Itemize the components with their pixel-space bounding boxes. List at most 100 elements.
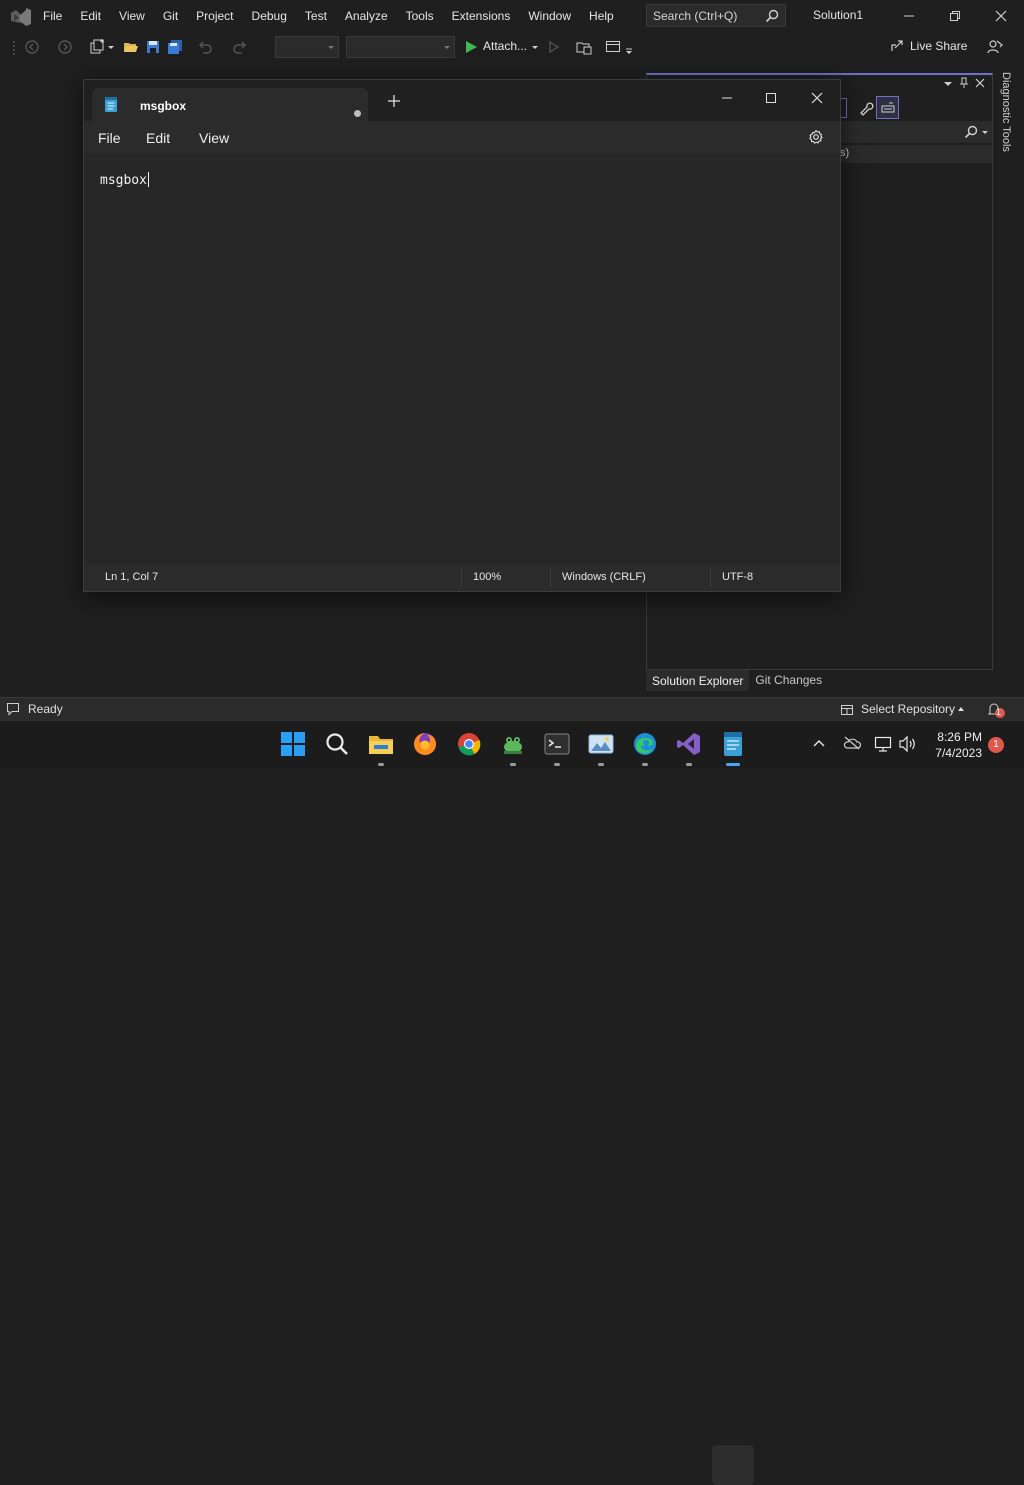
open-in-folder-icon[interactable] (576, 39, 592, 55)
undo-icon[interactable] (197, 39, 213, 55)
properties-toggle-button[interactable] (876, 96, 899, 119)
new-project-icon[interactable] (89, 39, 105, 55)
tab-solution-explorer[interactable]: Solution Explorer (646, 669, 750, 691)
wrench-icon[interactable] (858, 100, 874, 116)
notepad-minimize-button[interactable] (712, 85, 742, 111)
unsaved-indicator-icon[interactable] (354, 110, 361, 117)
notepad-tab-strip: msgbox (84, 80, 840, 121)
panel-dropdown-icon[interactable] (943, 80, 953, 88)
visual-studio-icon[interactable] (676, 731, 702, 757)
select-repository-button[interactable]: Select Repository (861, 702, 955, 716)
toolbar-options-chevron-icon[interactable] (624, 39, 634, 55)
status-ready-text: Ready (28, 702, 63, 716)
notepad-text-area[interactable]: msgbox (84, 153, 840, 564)
vs-menu-file[interactable]: File (34, 9, 71, 23)
photos-icon[interactable] (588, 731, 614, 757)
volume-icon[interactable] (899, 736, 917, 752)
status-separator (461, 568, 462, 587)
configuration-combo[interactable] (275, 36, 339, 58)
vs-search-box[interactable]: Search (Ctrl+Q) (646, 4, 786, 27)
notepad-text: msgbox (100, 173, 147, 188)
start-without-debugging-icon[interactable] (546, 39, 562, 55)
notepad-menu-view[interactable]: View (199, 130, 229, 146)
chevron-down-icon[interactable] (981, 130, 989, 136)
vs-menu-view[interactable]: View (110, 9, 154, 23)
notepad-taskbar-highlight (712, 1445, 754, 1485)
encoding: UTF-8 (722, 571, 754, 583)
notepad-close-button[interactable] (802, 85, 832, 111)
close-icon[interactable] (975, 78, 985, 88)
save-icon[interactable] (145, 39, 161, 55)
pin-icon[interactable] (959, 77, 969, 89)
chevron-up-icon[interactable] (957, 706, 965, 712)
save-all-icon[interactable] (167, 39, 183, 55)
notepad-icon[interactable] (720, 731, 746, 757)
repository-icon[interactable] (840, 702, 854, 716)
vs-menu-debug[interactable]: Debug (243, 9, 296, 23)
windows-start-icon[interactable] (280, 731, 306, 757)
tab-git-changes[interactable]: Git Changes (749, 669, 828, 691)
layout-icon[interactable] (605, 39, 621, 55)
vs-menu-tools[interactable]: Tools (397, 9, 443, 23)
chrome-icon[interactable] (456, 731, 482, 757)
vs-titlebar: File Edit View Git Project Debug Test An… (0, 0, 1024, 32)
vs-menu-git[interactable]: Git (154, 9, 187, 23)
vs-menu-window[interactable]: Window (519, 9, 580, 23)
network-icon[interactable] (874, 736, 892, 752)
vs-menu-test[interactable]: Test (296, 9, 336, 23)
notepad-menu-edit[interactable]: Edit (146, 130, 170, 146)
start-debugging-icon[interactable] (463, 39, 479, 55)
vs-search-placeholder: Search (Ctrl+Q) (653, 9, 738, 23)
notepad-maximize-button[interactable] (756, 85, 786, 111)
vs-close-button[interactable] (986, 4, 1016, 28)
photos-running-indicator (598, 763, 604, 766)
feedback-icon[interactable] (987, 39, 1003, 55)
new-tab-button[interactable] (388, 95, 400, 107)
notepad-tab[interactable]: msgbox (92, 88, 368, 121)
redo-icon[interactable] (232, 39, 248, 55)
attach-button-label[interactable]: Attach... (483, 39, 527, 53)
attach-dropdown-chevron-icon[interactable] (531, 39, 539, 55)
open-folder-icon[interactable] (123, 39, 139, 55)
notepad-tab-title: msgbox (140, 99, 187, 113)
clock-date: 7/4/2023 (935, 746, 982, 760)
zoom-level: 100% (473, 571, 502, 583)
onedrive-icon[interactable] (843, 736, 861, 750)
file-explorer-icon[interactable] (368, 731, 394, 757)
frog-app-icon[interactable] (500, 731, 526, 757)
cursor-position: Ln 1, Col 7 (105, 571, 159, 583)
edge-icon[interactable] (632, 731, 658, 757)
visual-studio-logo-icon[interactable] (10, 7, 32, 27)
vs-menu-edit[interactable]: Edit (71, 9, 110, 23)
settings-gear-icon[interactable] (808, 129, 824, 145)
live-share-button[interactable]: Live Share (890, 39, 967, 53)
edge-running-indicator (642, 763, 648, 766)
toolbar-grip-icon (12, 39, 18, 55)
diagnostic-tools-side-tab[interactable]: Diagnostic Tools (998, 70, 1018, 165)
taskbar-clock[interactable]: 8:26 PM 7/4/2023 (928, 729, 982, 761)
status-separator (710, 568, 711, 587)
chevron-up-icon[interactable] (813, 739, 825, 747)
notification-badge[interactable]: 1 (988, 737, 1004, 753)
search-icon[interactable] (324, 731, 350, 757)
navigate-back-icon[interactable] (24, 39, 40, 55)
vs-menu-analyze[interactable]: Analyze (336, 9, 397, 23)
navigate-forward-icon[interactable] (57, 39, 73, 55)
status-message-icon (6, 702, 20, 716)
vs-menu-project[interactable]: Project (187, 9, 242, 23)
chevron-down-icon[interactable] (107, 39, 115, 55)
notepad-menu-file[interactable]: File (98, 130, 121, 146)
terminal-icon[interactable] (544, 731, 570, 757)
vs-menu-extensions[interactable]: Extensions (443, 9, 520, 23)
vs-menu-help[interactable]: Help (580, 9, 623, 23)
platform-combo[interactable] (346, 36, 455, 58)
panel-tabs: Solution Explorer Git Changes (646, 669, 828, 691)
vs-restore-button[interactable] (940, 4, 970, 28)
firefox-icon[interactable] (412, 731, 438, 757)
notepad-icon (104, 97, 118, 113)
panel-toolbar-button-partial[interactable] (841, 98, 847, 118)
solution-explorer-search[interactable] (840, 121, 992, 143)
clock-time: 8:26 PM (937, 730, 982, 744)
vs-minimize-button[interactable] (894, 4, 924, 28)
frog-app-running-indicator (510, 763, 516, 766)
